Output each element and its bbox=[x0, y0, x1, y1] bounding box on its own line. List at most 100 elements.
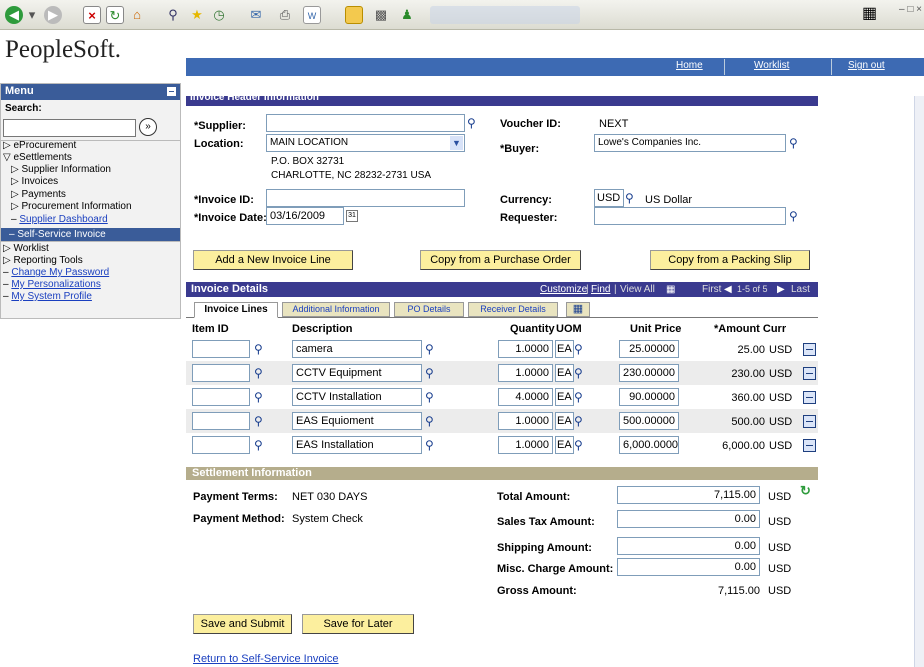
invoice-date-input[interactable]: 03/16/2009 bbox=[266, 207, 344, 225]
unit-price-input[interactable]: 230.00000 bbox=[619, 364, 679, 382]
favorites-icon[interactable]: ★ bbox=[188, 6, 206, 24]
description-lookup-icon[interactable]: ⚲ bbox=[425, 390, 439, 404]
sales-tax-input[interactable]: 0.00 bbox=[617, 510, 760, 528]
location-select[interactable]: MAIN LOCATION ▼ bbox=[266, 134, 465, 152]
sidebar-item-reporting-tools[interactable]: ▷ Reporting Tools bbox=[3, 255, 83, 266]
copy-from-po-button[interactable]: Copy from a Purchase Order bbox=[420, 250, 581, 270]
invoice-id-input[interactable] bbox=[266, 189, 465, 207]
show-all-columns-icon[interactable]: ▦ bbox=[566, 302, 590, 317]
description-input[interactable]: EAS Equioment bbox=[292, 412, 422, 430]
copy-from-packing-slip-button[interactable]: Copy from a Packing Slip bbox=[650, 250, 810, 270]
tab-receiver-details[interactable]: Receiver Details bbox=[468, 302, 558, 317]
sidebar-item-personalizations[interactable]: – My Personalizations bbox=[3, 279, 101, 290]
back-icon[interactable]: ◀ bbox=[5, 6, 23, 24]
uom-input[interactable]: EA bbox=[555, 388, 574, 406]
item-lookup-icon[interactable]: ⚲ bbox=[254, 390, 268, 404]
print-icon[interactable]: ⎙ bbox=[276, 6, 294, 24]
uom-input[interactable]: EA bbox=[555, 412, 574, 430]
description-lookup-icon[interactable]: ⚲ bbox=[425, 438, 439, 452]
uom-lookup-icon[interactable]: ⚲ bbox=[574, 438, 588, 452]
currency-lookup-icon[interactable]: ⚲ bbox=[625, 191, 639, 205]
uom-lookup-icon[interactable]: ⚲ bbox=[574, 366, 588, 380]
quantity-input[interactable]: 1.0000 bbox=[498, 436, 553, 454]
item-lookup-icon[interactable]: ⚲ bbox=[254, 414, 268, 428]
delete-row-icon[interactable] bbox=[803, 415, 816, 428]
previous-icon[interactable]: ◀ bbox=[724, 284, 732, 295]
currency-code-input[interactable]: USD bbox=[594, 189, 624, 207]
buyer-input[interactable]: Lowe's Companies Inc. bbox=[594, 134, 786, 152]
uom-lookup-icon[interactable]: ⚲ bbox=[574, 342, 588, 356]
signout-link[interactable]: Sign out bbox=[848, 60, 885, 71]
messenger-icon[interactable]: ♟ bbox=[398, 6, 416, 24]
description-input[interactable]: EAS Installation bbox=[292, 436, 422, 454]
item-id-input[interactable] bbox=[192, 412, 250, 430]
unit-price-input[interactable]: 6,000.00000 bbox=[619, 436, 679, 454]
recalculate-icon[interactable]: ↻ bbox=[800, 483, 811, 499]
minimize-icon[interactable] bbox=[167, 87, 176, 96]
worklist-link[interactable]: Worklist bbox=[754, 60, 789, 71]
buyer-lookup-icon[interactable]: ⚲ bbox=[789, 136, 803, 150]
description-input[interactable]: camera bbox=[292, 340, 422, 358]
edit-icon[interactable]: W bbox=[303, 6, 321, 24]
sidebar-item-esettlements[interactable]: ▽ eSettlements bbox=[3, 152, 72, 163]
unit-price-input[interactable]: 25.00000 bbox=[619, 340, 679, 358]
item-id-input[interactable] bbox=[192, 340, 250, 358]
research-icon[interactable]: ▩ bbox=[372, 6, 390, 24]
forward-icon[interactable]: ▶ bbox=[44, 6, 62, 24]
delete-row-icon[interactable] bbox=[803, 367, 816, 380]
sidebar-item-worklist[interactable]: ▷ Worklist bbox=[3, 243, 49, 254]
calendar-icon[interactable]: 31 bbox=[346, 210, 358, 222]
grid-icon[interactable]: ▦ bbox=[666, 284, 675, 295]
uom-input[interactable]: EA bbox=[555, 364, 574, 382]
supplier-input[interactable] bbox=[266, 114, 465, 132]
folder-icon[interactable] bbox=[345, 6, 363, 24]
window-controls[interactable]: – □ × bbox=[899, 4, 922, 15]
unit-price-input[interactable]: 90.00000 bbox=[619, 388, 679, 406]
description-lookup-icon[interactable]: ⚲ bbox=[425, 366, 439, 380]
tab-invoice-lines[interactable]: Invoice Lines bbox=[194, 302, 278, 318]
quantity-input[interactable]: 1.0000 bbox=[498, 340, 553, 358]
quantity-input[interactable]: 1.0000 bbox=[498, 412, 553, 430]
save-and-submit-button[interactable]: Save and Submit bbox=[193, 614, 292, 634]
delete-row-icon[interactable] bbox=[803, 343, 816, 356]
item-lookup-icon[interactable]: ⚲ bbox=[254, 342, 268, 356]
sidebar-item-change-password[interactable]: – Change My Password bbox=[3, 267, 109, 278]
uom-lookup-icon[interactable]: ⚲ bbox=[574, 390, 588, 404]
add-invoice-line-button[interactable]: Add a New Invoice Line bbox=[193, 250, 353, 270]
home-icon[interactable]: ⌂ bbox=[128, 6, 146, 24]
misc-charge-input[interactable]: 0.00 bbox=[617, 558, 760, 576]
requester-lookup-icon[interactable]: ⚲ bbox=[789, 209, 803, 223]
item-id-input[interactable] bbox=[192, 388, 250, 406]
save-for-later-button[interactable]: Save for Later bbox=[302, 614, 414, 634]
sidebar-item-self-service-invoice[interactable]: – Self-Service Invoice bbox=[1, 228, 180, 241]
delete-row-icon[interactable] bbox=[803, 391, 816, 404]
delete-row-icon[interactable] bbox=[803, 439, 816, 452]
refresh-icon[interactable]: ↻ bbox=[106, 6, 124, 24]
sidebar-item-system-profile[interactable]: – My System Profile bbox=[3, 291, 92, 302]
description-lookup-icon[interactable]: ⚲ bbox=[425, 342, 439, 356]
chevron-down-icon[interactable]: ▾ bbox=[27, 6, 37, 24]
sidebar-item-procurement-information[interactable]: ▷ Procurement Information bbox=[11, 201, 132, 212]
menu-search-input[interactable] bbox=[3, 119, 136, 137]
uom-input[interactable]: EA bbox=[555, 340, 574, 358]
item-lookup-icon[interactable]: ⚲ bbox=[254, 366, 268, 380]
sidebar-item-eprocurement[interactable]: ▷ eProcurement bbox=[3, 140, 76, 151]
mail-icon[interactable]: ✉ bbox=[247, 6, 265, 24]
shipping-input[interactable]: 0.00 bbox=[617, 537, 760, 555]
sidebar-item-payments[interactable]: ▷ Payments bbox=[11, 189, 66, 200]
sidebar-item-supplier-dashboard[interactable]: – Supplier Dashboard bbox=[11, 214, 108, 225]
next-icon[interactable]: ▶ bbox=[777, 284, 785, 295]
return-link[interactable]: Return to Self-Service Invoice bbox=[193, 653, 339, 665]
unit-price-input[interactable]: 500.00000 bbox=[619, 412, 679, 430]
uom-input[interactable]: EA bbox=[555, 436, 574, 454]
uom-lookup-icon[interactable]: ⚲ bbox=[574, 414, 588, 428]
sidebar-item-invoices[interactable]: ▷ Invoices bbox=[11, 176, 58, 187]
history-icon[interactable]: ◷ bbox=[210, 6, 228, 24]
quantity-input[interactable]: 4.0000 bbox=[498, 388, 553, 406]
stop-icon[interactable]: × bbox=[83, 6, 101, 24]
tab-additional-information[interactable]: Additional Information bbox=[282, 302, 390, 317]
search-icon[interactable]: ⚲ bbox=[164, 6, 182, 24]
vertical-scrollbar[interactable] bbox=[914, 96, 924, 667]
item-lookup-icon[interactable]: ⚲ bbox=[254, 438, 268, 452]
description-input[interactable]: CCTV Equipment bbox=[292, 364, 422, 382]
